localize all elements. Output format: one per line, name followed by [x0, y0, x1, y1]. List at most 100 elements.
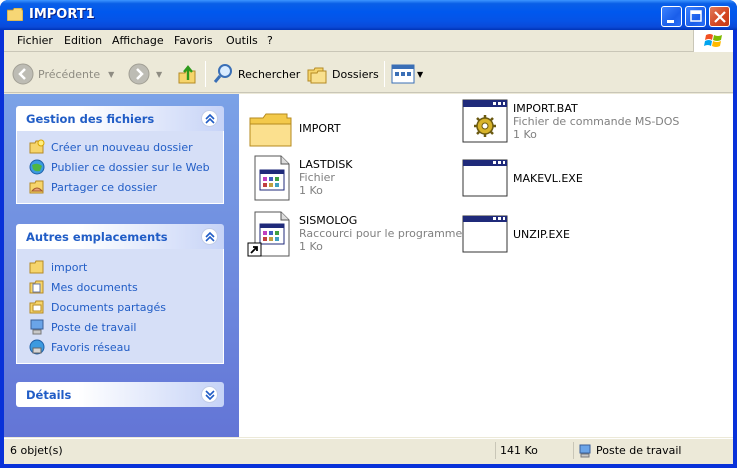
file-type: Raccourci pour le programme ... — [299, 227, 477, 240]
title-bar[interactable]: IMPORT1 — [0, 0, 737, 30]
toolbar-separator — [205, 61, 206, 87]
task-pane: Gestion des fichiers Créer un nouveau do… — [4, 94, 239, 437]
file-name: MAKEVL.EXE — [513, 172, 583, 185]
details-header[interactable]: Détails — [16, 382, 224, 407]
menu-affichage[interactable]: Affichage — [112, 34, 164, 47]
place-label: import — [51, 260, 88, 274]
status-bar: 6 objet(s) 141 Ko Poste de travail — [4, 438, 733, 460]
file-item-makevl-exe[interactable]: MAKEVL.EXE — [461, 154, 701, 206]
forward-button[interactable]: ▼ — [128, 62, 162, 86]
menu-edition[interactable]: Edition — [64, 34, 102, 47]
place-my-documents[interactable]: Mes documents — [17, 277, 223, 297]
maximize-icon — [690, 10, 702, 22]
back-label: Précédente — [38, 67, 101, 81]
file-size: 1 Ko — [299, 184, 323, 197]
expand-chevron-icon[interactable] — [201, 386, 218, 403]
window-frame: Fichier Edition Affichage Favoris Outils… — [4, 30, 733, 464]
folder-icon — [29, 260, 44, 274]
window-title: IMPORT1 — [29, 7, 95, 22]
place-shared-documents[interactable]: Documents partagés — [17, 297, 223, 317]
file-tasks-title: Gestion des fichiers — [26, 112, 155, 126]
my-documents-icon — [29, 280, 44, 294]
exe-window-icon — [462, 215, 508, 253]
file-tasks-header[interactable]: Gestion des fichiers — [16, 106, 224, 131]
place-label: Favoris réseau — [51, 340, 131, 354]
forward-arrow-icon — [128, 63, 150, 85]
my-computer-icon — [579, 444, 591, 457]
place-label: Documents partagés — [51, 300, 166, 314]
up-folder-button[interactable] — [176, 62, 198, 86]
toolbar: Précédente ▼ ▼ Rechercher Dossiers ▼ — [4, 53, 733, 93]
details-title: Détails — [26, 388, 72, 402]
menu-outils[interactable]: Outils — [226, 34, 258, 47]
forward-dropdown-icon[interactable]: ▼ — [156, 70, 162, 79]
file-item-unzip-exe[interactable]: UNZIP.EXE — [461, 210, 701, 262]
place-network[interactable]: Favoris réseau — [17, 337, 223, 357]
menu-fichier[interactable]: Fichier — [17, 34, 53, 47]
exe-window-icon — [462, 159, 508, 197]
task-share-folder[interactable]: Partager ce dossier — [17, 177, 223, 197]
search-label: Rechercher — [238, 67, 301, 81]
search-button[interactable]: Rechercher — [212, 62, 300, 86]
other-places-header[interactable]: Autres emplacements — [16, 224, 224, 249]
status-location: Poste de travail — [578, 442, 728, 459]
publish-web-icon — [29, 159, 45, 175]
status-size: 141 Ko — [496, 442, 574, 459]
file-size: 1 Ko — [299, 240, 323, 253]
back-arrow-icon — [12, 63, 34, 85]
my-computer-icon — [30, 319, 44, 335]
file-item-lastdisk[interactable]: LASTDISK Fichier 1 Ko — [247, 154, 437, 206]
task-label: Créer un nouveau dossier — [51, 140, 193, 154]
folders-label: Dossiers — [332, 67, 379, 81]
folder-icon — [7, 8, 23, 21]
place-label: Mes documents — [51, 280, 138, 294]
task-label: Partager ce dossier — [51, 180, 158, 194]
views-dropdown-icon[interactable]: ▼ — [417, 70, 423, 79]
menu-help[interactable]: ? — [267, 34, 273, 47]
file-item-sismolog[interactable]: SISMOLOG Raccourci pour le programme ...… — [247, 210, 476, 262]
minimize-button[interactable] — [661, 6, 682, 27]
file-item-import[interactable]: IMPORT — [247, 106, 437, 158]
menu-favoris[interactable]: Favoris — [174, 34, 213, 47]
network-places-icon — [29, 339, 45, 355]
other-places-panel: Autres emplacements import Mes documents — [16, 224, 224, 364]
share-folder-icon — [29, 180, 44, 194]
status-object-count: 6 objet(s) — [8, 442, 496, 459]
other-places-title: Autres emplacements — [26, 230, 168, 244]
other-places-body: import Mes documents Documents partagés … — [16, 249, 224, 364]
folders-icon — [307, 67, 327, 84]
place-import[interactable]: import — [17, 257, 223, 277]
views-icon — [391, 64, 415, 84]
collapse-chevron-icon[interactable] — [201, 110, 218, 127]
maximize-button[interactable] — [685, 6, 706, 27]
task-label: Publier ce dossier sur le Web — [51, 160, 210, 174]
file-item-import-bat[interactable]: IMPORT.BAT Fichier de commande MS-DOS 1 … — [461, 98, 701, 150]
close-icon — [714, 11, 726, 23]
task-new-folder[interactable]: Créer un nouveau dossier — [17, 137, 223, 157]
file-size: 1 Ko — [513, 128, 537, 141]
folders-button[interactable]: Dossiers — [306, 62, 379, 86]
program-file-icon — [254, 155, 290, 201]
place-my-computer[interactable]: Poste de travail — [17, 317, 223, 337]
collapse-chevron-icon[interactable] — [201, 228, 218, 245]
views-button[interactable]: ▼ — [391, 62, 423, 86]
status-location-label: Poste de travail — [596, 444, 682, 457]
file-tasks-panel: Gestion des fichiers Créer un nouveau do… — [16, 106, 224, 204]
explorer-window: IMPORT1 Fichier Edition Affichage Favori… — [0, 0, 737, 468]
task-publish-web[interactable]: Publier ce dossier sur le Web — [17, 157, 223, 177]
file-name: IMPORT — [299, 122, 341, 135]
file-tasks-body: Créer un nouveau dossier Publier ce doss… — [16, 131, 224, 204]
up-folder-icon — [178, 65, 196, 84]
toolbar-separator — [384, 61, 385, 87]
back-button[interactable]: Précédente ▼ — [12, 62, 114, 86]
windows-logo-icon — [693, 30, 733, 52]
file-name: LASTDISK — [299, 158, 353, 171]
file-type: Fichier — [299, 171, 335, 184]
folder-icon — [249, 113, 292, 147]
close-button[interactable] — [709, 6, 730, 27]
menu-bar: Fichier Edition Affichage Favoris Outils… — [4, 30, 733, 52]
back-dropdown-icon[interactable]: ▼ — [108, 70, 114, 79]
file-name: SISMOLOG — [299, 214, 358, 227]
file-name: IMPORT.BAT — [513, 102, 578, 115]
file-list: IMPORT IMPORT.BAT Fichier de commande MS… — [239, 94, 733, 437]
